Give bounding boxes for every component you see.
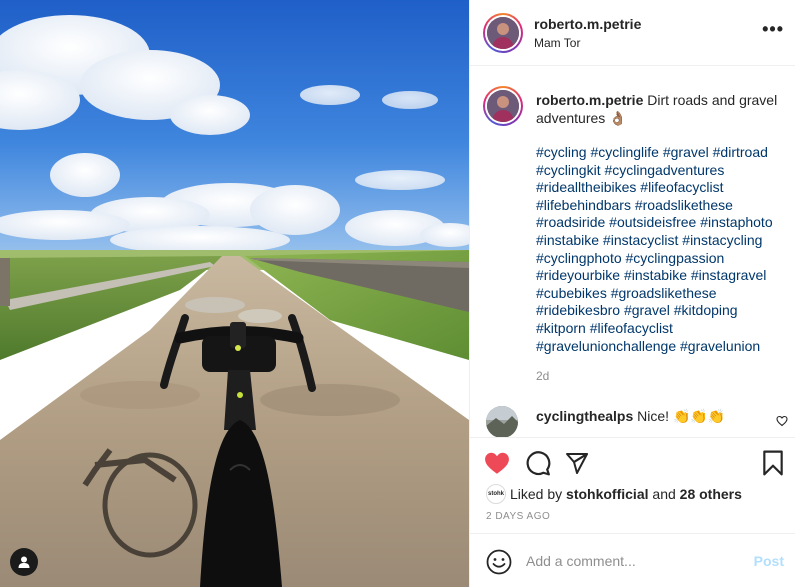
commenter-username[interactable]: cyclingthealps [536,408,633,424]
bookmark-icon[interactable] [760,450,786,476]
action-bar [470,437,795,485]
more-options-icon[interactable]: ••• [762,20,784,38]
avatar-photo [487,17,519,49]
author-avatar[interactable] [483,13,523,53]
comment-text: cyclingthealps Nice! 👏👏👏 [536,408,725,425]
likes-middle: and [648,486,680,502]
commenter-avatar-photo [486,406,518,438]
likes-summary: stohk Liked by stohkofficial and 28 othe… [470,481,795,505]
heart-icon[interactable] [484,450,510,476]
emoji-icon[interactable] [486,549,512,575]
add-comment-bar: Post [470,533,795,587]
caption-age: 2d [536,369,550,383]
likes-text: Liked by stohkofficial and 28 others [510,486,742,502]
caption-hashtags[interactable]: #cycling #cyclinglife #gravel #dirtroad … [536,144,788,355]
comment-icon[interactable] [525,450,551,476]
caption-avatar[interactable] [483,86,523,126]
user-tag-icon [18,556,30,568]
caption-text: roberto.m.petrie Dirt roads and gravel a… [536,91,788,127]
post-location[interactable]: Mam Tor [534,36,580,50]
user-tag-button[interactable] [10,548,38,576]
comment-input[interactable] [526,550,726,572]
likes-prefix: Liked by [510,486,567,502]
comment-body: Nice! 👏👏👏 [637,408,726,424]
comment-item: cyclingthealps Nice! 👏👏👏 [470,404,795,438]
likes-count[interactable]: 28 others [680,486,742,502]
post-comment-button[interactable]: Post [754,553,784,569]
post-date[interactable]: 2 DAYS AGO [486,511,550,522]
small-heart-icon[interactable] [776,414,788,432]
caption-username[interactable]: roberto.m.petrie [536,92,643,108]
post-photo[interactable] [0,0,469,587]
share-icon[interactable] [564,450,590,476]
liker-username[interactable]: stohkofficial [566,486,648,502]
photo-scene [0,0,469,587]
post-header: roberto.m.petrie Mam Tor ••• [470,0,795,66]
author-username[interactable]: roberto.m.petrie [534,16,641,32]
commenter-avatar[interactable] [486,406,518,438]
avatar-photo [487,90,519,122]
liker-avatar[interactable]: stohk [486,484,506,504]
post-side-panel: roberto.m.petrie Mam Tor ••• roberto.m.p… [469,0,795,587]
